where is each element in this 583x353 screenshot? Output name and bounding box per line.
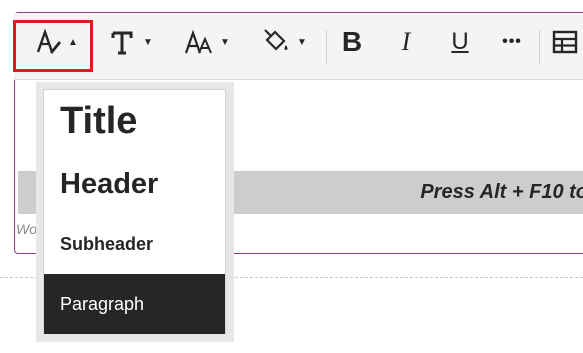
toolbar-separator — [326, 30, 327, 64]
italic-button[interactable]: I — [390, 20, 422, 64]
menu-item-subheader[interactable]: Subheader — [44, 234, 225, 255]
text-style-highlight — [13, 20, 93, 72]
text-style-menu: Title Header Subheader Paragraph — [43, 89, 226, 334]
underline-button[interactable]: U — [444, 20, 476, 64]
menu-item-header[interactable]: Header — [44, 168, 225, 201]
chevron-down-icon: ▼ — [220, 36, 230, 48]
toolbar-separator — [539, 30, 540, 64]
italic-icon: I — [401, 27, 411, 56]
font-family-button[interactable]: ▼ — [106, 20, 156, 64]
menu-item-title[interactable]: Title — [44, 100, 225, 143]
more-button[interactable]: ••• — [494, 20, 530, 64]
bold-button[interactable]: B — [336, 20, 368, 64]
font-family-icon — [111, 31, 133, 55]
bold-icon: B — [341, 26, 363, 57]
font-size-icon — [185, 29, 212, 54]
menu-item-paragraph[interactable]: Paragraph — [44, 274, 225, 334]
font-size-button[interactable]: ▼ — [182, 20, 232, 64]
text-color-button[interactable]: ▼ — [258, 20, 310, 64]
table-button[interactable] — [550, 20, 580, 64]
keyboard-hint-text: Press Alt + F10 to — [420, 181, 583, 203]
paint-bucket-icon — [264, 29, 288, 51]
word-count-label: Wo — [16, 221, 37, 237]
table-icon — [552, 30, 578, 54]
chevron-down-icon: ▼ — [297, 36, 307, 48]
underline-icon: U — [451, 28, 469, 55]
chevron-down-icon: ▼ — [143, 36, 153, 48]
more-icon: ••• — [502, 33, 522, 50]
